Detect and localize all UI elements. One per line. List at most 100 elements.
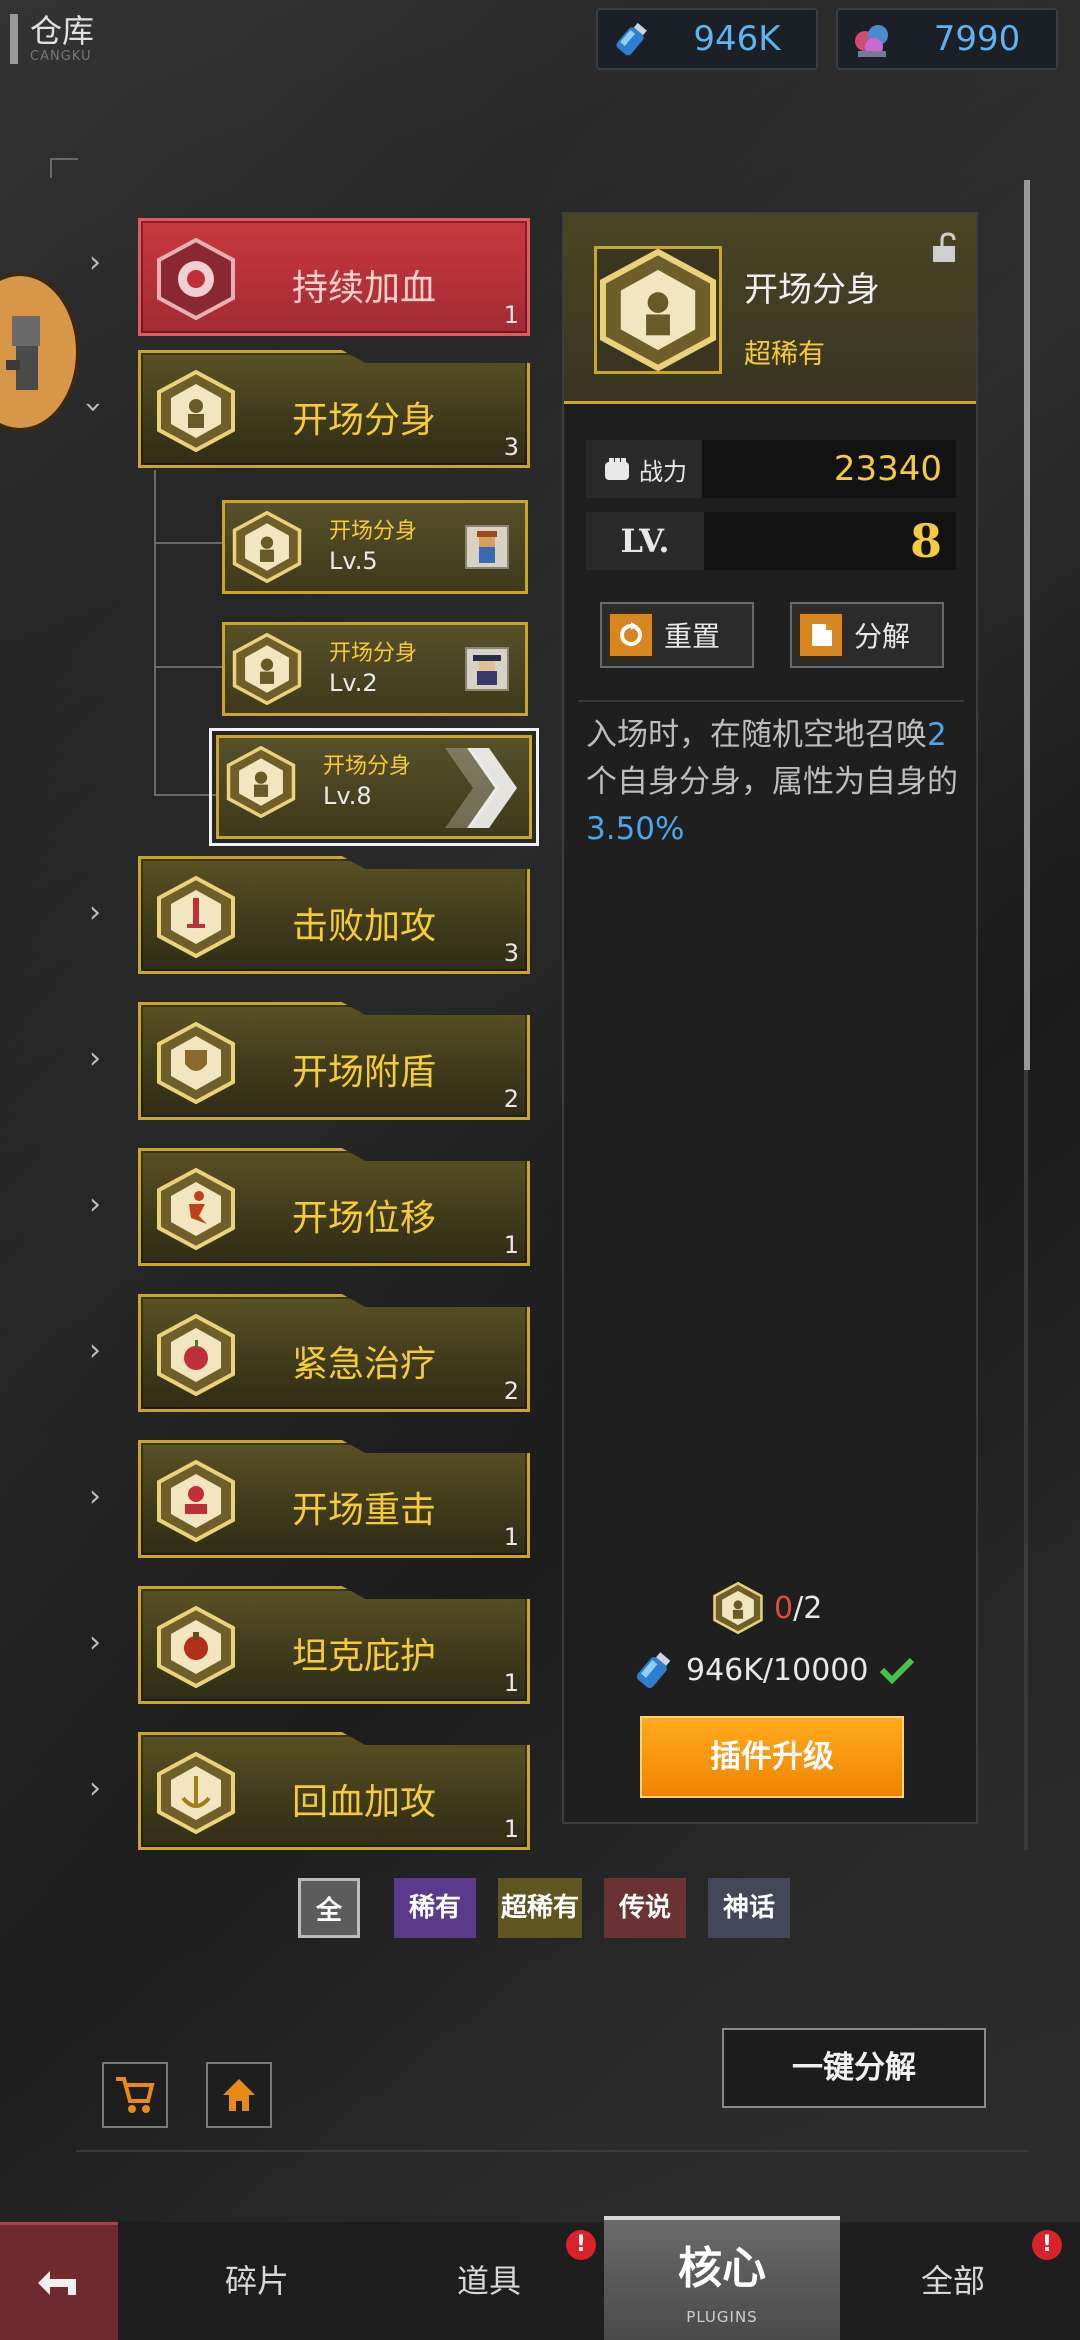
chevron-right-icon[interactable]: › [80,1336,110,1366]
bottom-nav: 碎片 道具 ! 核心 PLUGINS 全部 ! [0,2216,1080,2340]
plugin-instance-item[interactable]: 开场分身 Lv.2 [222,622,528,716]
dash-emblem-icon [155,1167,237,1251]
back-button[interactable] [0,2222,118,2340]
plugin-card-count: 1 [503,1231,519,1259]
chevron-right-icon[interactable]: › [80,248,110,278]
tab-all[interactable]: 全部 [878,2222,1028,2340]
plugin-card-heal-attack[interactable]: 回血加攻 1 [138,1732,530,1850]
home-icon [223,2079,255,2111]
desc-highlight: 3.50% [586,811,685,847]
filter-super-rare[interactable]: 超稀有 [498,1878,582,1938]
clone-emblem-icon [225,745,297,819]
tree-line [50,158,52,178]
chevron-right-icon[interactable]: › [80,1190,110,1220]
detail-rarity: 超稀有 [744,339,825,370]
plugin-instance-item-selected[interactable]: 开场分身 Lv.8 [209,728,539,846]
cart-icon [116,2077,155,2113]
energy-bottle-icon [636,1652,671,1689]
unlock-icon[interactable] [930,232,958,264]
strike-emblem-icon [155,1459,237,1543]
filter-rare[interactable]: 稀有 [394,1878,476,1938]
plugin-upgrade-button[interactable]: 插件升级 [640,1716,904,1798]
reset-icon [608,612,654,658]
chevron-right-icon[interactable]: › [80,1774,110,1804]
desc-text: 入场时，在随机空地召唤 [586,717,927,753]
apple-emblem-icon [155,1313,237,1397]
tree-line [154,470,156,796]
divider [578,700,964,702]
plugin-card-emergency-heal[interactable]: 紧急治疗 2 [138,1294,530,1412]
plugin-card-opening-clone[interactable]: 开场分身 3 [138,350,530,468]
level-value: 8 [909,514,942,568]
energy-resource-box[interactable]: 946K [596,8,818,70]
divider [76,2150,1028,2152]
filter-mythic[interactable]: 神话 [708,1878,790,1938]
instance-level: Lv.5 [329,547,378,575]
tab-fragments[interactable]: 碎片 [182,2222,332,2340]
desc-highlight: 2 [927,717,947,753]
equipped-hero-icon [465,525,509,569]
plugin-card-opening-dash[interactable]: 开场位移 1 [138,1148,530,1266]
plugin-card-count: 2 [503,1085,519,1113]
detail-title: 开场分身 [744,270,880,310]
plugin-card-count: 3 [503,939,519,967]
fragment-needed: /2 [793,1590,823,1626]
gem-resource-box[interactable]: 7990 [836,8,1058,70]
dismantle-button[interactable]: 分解 [790,602,944,668]
fragment-owned: 0 [774,1590,794,1626]
plugin-card-tank-protection[interactable]: 坦克庇护 1 [138,1586,530,1704]
equipped-hero-icon [465,647,509,691]
instance-level: Lv.8 [323,782,372,810]
plugin-card-sustained-heal[interactable]: 持续加血 1 [138,218,530,336]
plugin-card-name: 紧急治疗 [291,1344,436,1385]
hero-avatar[interactable] [0,272,80,432]
energy-cost: 946K/10000 [632,1648,916,1692]
plugin-card-count: 1 [503,1523,519,1551]
home-button[interactable] [206,2062,272,2128]
plugin-card-opening-shield[interactable]: 开场附盾 2 [138,1002,530,1120]
instance-name: 开场分身 [323,754,412,779]
plugin-card-count: 1 [503,1815,519,1843]
shield-emblem-icon [155,1021,237,1105]
plugin-card-name: 开场位移 [291,1198,436,1239]
chevron-down-icon[interactable]: › [76,392,111,422]
chevron-right-icon[interactable]: › [80,1482,110,1512]
dismantle-icon [798,612,844,658]
chevron-right-icon[interactable]: › [80,1044,110,1074]
scrollbar-thumb[interactable] [1024,180,1030,1070]
tree-line [50,158,78,160]
plugin-card-name: 坦克庇护 [291,1636,436,1677]
fist-icon [605,458,629,480]
power-label-text: 战力 [639,457,687,486]
tab-items[interactable]: 道具 [414,2222,564,2340]
clone-emblem-icon [231,632,303,706]
tree-line [154,794,216,796]
checkmark-icon [880,1657,915,1685]
plugin-card-defeat-attack[interactable]: 击败加攻 3 [138,856,530,974]
chevron-right-icon[interactable]: › [80,898,110,928]
plugin-card-name: 开场分身 [291,400,436,441]
plugin-instance-item[interactable]: 开场分身 Lv.5 [222,500,528,594]
filter-all[interactable]: 全 [298,1878,360,1938]
page-title: 仓库 [30,12,95,50]
plugin-card-count: 1 [503,301,519,329]
gem-pile-icon [846,13,898,65]
instance-name: 开场分身 [329,519,418,544]
gem-value: 7990 [933,19,1021,59]
plugin-card-name: 开场重击 [291,1490,436,1531]
filter-legendary[interactable]: 传说 [604,1878,686,1938]
tab-core-label: 核心 [678,2243,766,2294]
anchor-emblem-icon [155,1751,237,1835]
heal-emblem-icon [155,237,237,321]
page-subtitle: CANGKU [30,49,92,65]
detail-header: 开场分身 超稀有 [564,214,976,404]
reset-button[interactable]: 重置 [600,602,754,668]
dismantle-all-button[interactable]: 一键分解 [722,2028,986,2108]
dismantle-label: 分解 [854,620,911,653]
plugin-card-opening-strike[interactable]: 开场重击 1 [138,1440,530,1558]
shop-button[interactable] [102,2062,168,2128]
reset-label: 重置 [664,620,721,653]
back-arrow-icon [38,2270,76,2295]
chevron-right-icon[interactable]: › [80,1628,110,1658]
tab-core[interactable]: 核心 PLUGINS [604,2216,840,2340]
